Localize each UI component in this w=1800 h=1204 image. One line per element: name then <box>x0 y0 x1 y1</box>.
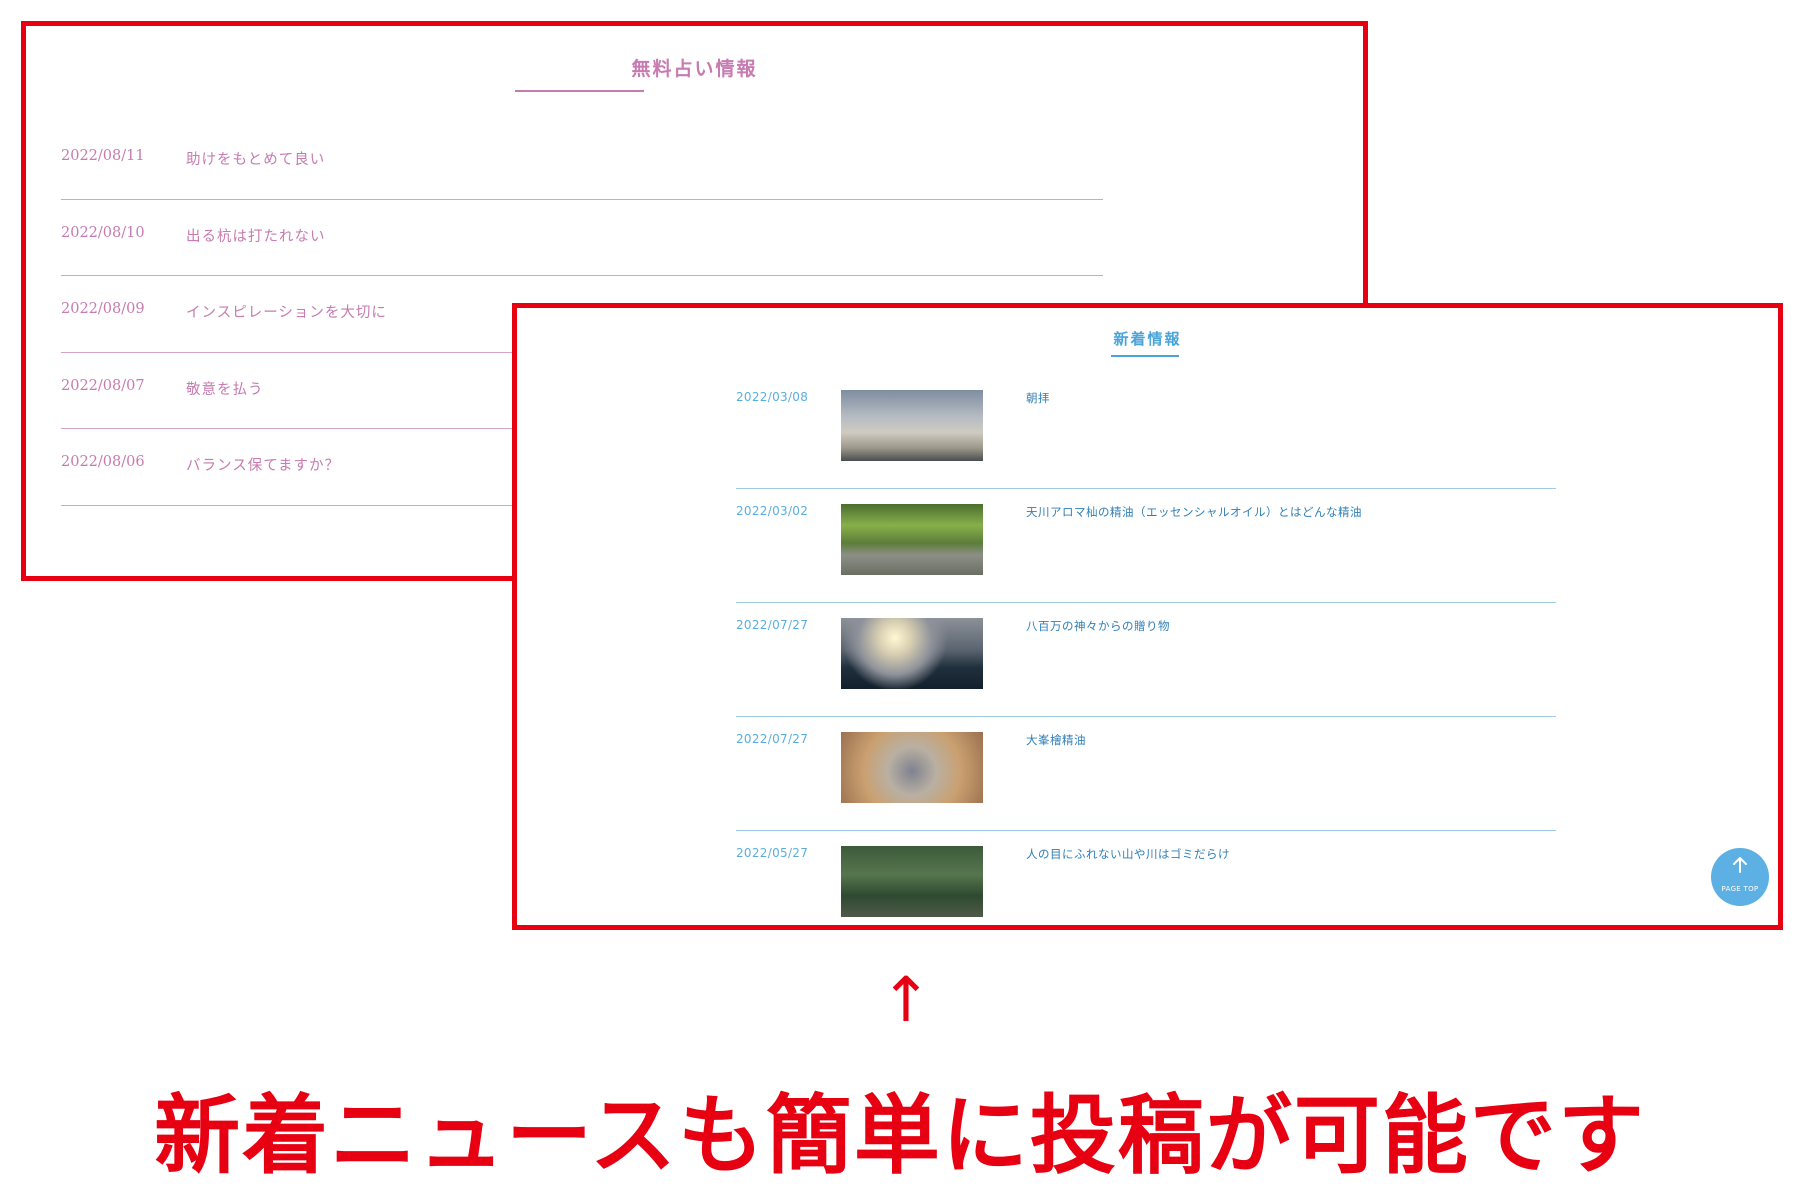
news-date: 2022/03/02 <box>736 504 809 518</box>
news-thumbnail[interactable] <box>841 732 983 803</box>
news-list-item[interactable]: 2022/05/27 人の目にふれない山や川はゴミだらけ <box>736 831 1556 925</box>
fortune-date: 2022/08/06 <box>61 454 145 470</box>
news-title-underline <box>1111 355 1179 357</box>
news-section-title: 新着情報 <box>1113 330 1182 348</box>
news-thumbnail[interactable] <box>841 846 983 917</box>
news-link[interactable]: 八百万の神々からの贈り物 <box>1026 618 1170 634</box>
news-link[interactable]: 大峯檜精油 <box>1026 732 1086 748</box>
fortune-title-underline <box>515 90 644 92</box>
fortune-link[interactable]: 助けをもとめて良い <box>186 148 325 169</box>
fortune-link[interactable]: 出る杭は打たれない <box>186 225 326 246</box>
fortune-link[interactable]: バランス保てますか？ <box>186 454 340 475</box>
fortune-link[interactable]: 敬意を払う <box>186 378 264 399</box>
news-list-item[interactable]: 2022/07/27 八百万の神々からの贈り物 <box>736 603 1556 717</box>
up-arrow-icon <box>1711 856 1769 877</box>
annotation-arrow: ↑ <box>880 963 932 1036</box>
news-panel: 新着情報 2022/03/08 朝拝 2022/03/02 天川アロマ杣の精油（… <box>512 303 1783 930</box>
fortune-date: 2022/08/09 <box>61 301 145 317</box>
news-list-item[interactable]: 2022/03/08 朝拝 <box>736 375 1556 489</box>
news-list: 2022/03/08 朝拝 2022/03/02 天川アロマ杣の精油（エッセンシ… <box>736 375 1556 925</box>
news-thumbnail[interactable] <box>841 618 983 689</box>
news-thumbnail[interactable] <box>841 504 983 575</box>
news-date: 2022/03/08 <box>736 390 809 404</box>
page-top-label: PAGE TOP <box>1721 885 1759 893</box>
page-top-button[interactable]: PAGE TOP <box>1711 848 1769 906</box>
news-thumbnail[interactable] <box>841 390 983 461</box>
fortune-list-item[interactable]: 2022/08/10 出る杭は打たれない <box>61 200 1103 276</box>
fortune-list-item[interactable]: 2022/08/11 助けをもとめて良い <box>61 123 1103 200</box>
news-link[interactable]: 天川アロマ杣の精油（エッセンシャルオイル）とはどんな精油 <box>1026 504 1362 520</box>
fortune-section-title: 無料占い情報 <box>631 58 758 80</box>
news-link[interactable]: 人の目にふれない山や川はゴミだらけ <box>1026 846 1230 862</box>
annotation-caption: 新着ニュースも簡単に投稿が可能です <box>154 1086 1646 1186</box>
news-link[interactable]: 朝拝 <box>1026 390 1050 406</box>
fortune-date: 2022/08/11 <box>61 148 145 164</box>
fortune-date: 2022/08/10 <box>61 224 145 241</box>
news-date: 2022/07/27 <box>736 618 809 632</box>
news-date: 2022/07/27 <box>736 732 809 746</box>
news-list-item[interactable]: 2022/07/27 大峯檜精油 <box>736 717 1556 831</box>
news-list-item[interactable]: 2022/03/02 天川アロマ杣の精油（エッセンシャルオイル）とはどんな精油 <box>736 489 1556 603</box>
fortune-date: 2022/08/07 <box>61 377 145 394</box>
news-date: 2022/05/27 <box>736 846 809 860</box>
fortune-link[interactable]: インスピレーションを大切に <box>186 301 387 322</box>
